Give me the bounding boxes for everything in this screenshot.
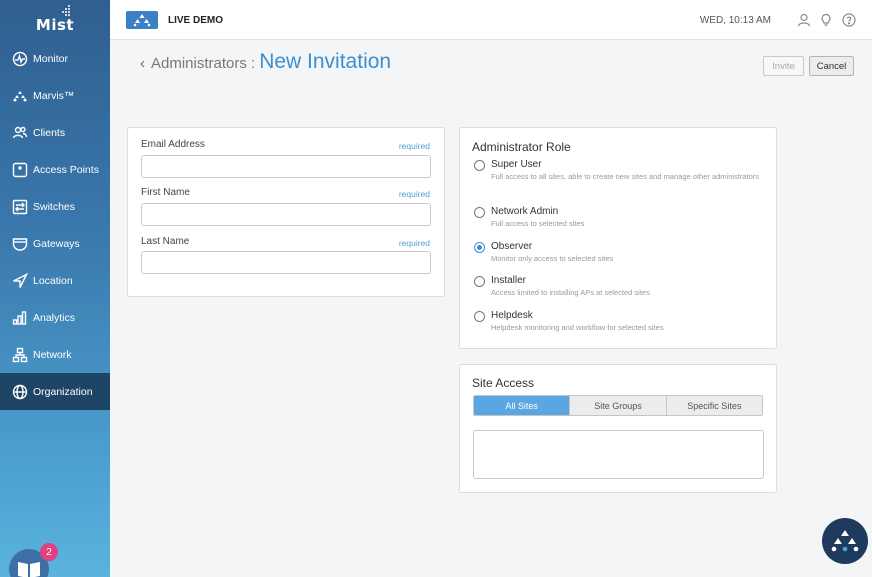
sidebar-item-switches[interactable]: Switches bbox=[0, 188, 110, 225]
first-name-required: required bbox=[398, 189, 430, 199]
radio-network-admin[interactable] bbox=[474, 207, 485, 218]
tab-specific-sites[interactable]: Specific Sites bbox=[666, 396, 762, 415]
monitor-icon bbox=[12, 51, 28, 67]
last-name-required: required bbox=[398, 238, 430, 248]
help-icon[interactable] bbox=[842, 13, 856, 27]
sidebar-item-label: Gateways bbox=[33, 237, 80, 250]
site-selection-box[interactable] bbox=[473, 430, 764, 479]
last-name-label: Last Name bbox=[141, 236, 190, 247]
sidebar-item-label: Organization bbox=[33, 385, 93, 398]
role-desc: Full access to all sites, able to create… bbox=[491, 172, 760, 181]
role-desc: Access limited to installing APs at sele… bbox=[491, 288, 650, 297]
radio-installer[interactable] bbox=[474, 276, 485, 287]
email-field[interactable] bbox=[141, 155, 431, 178]
sidebar-item-label: Monitor bbox=[33, 52, 69, 65]
invite-form-card: Email Address required First Name requir… bbox=[127, 127, 445, 297]
mist-logo[interactable]: Mist bbox=[0, 0, 110, 40]
site-access-segmented-control: All Sites Site Groups Specific Sites bbox=[473, 395, 763, 416]
marvis-chat-button[interactable] bbox=[822, 518, 868, 564]
role-card-title: Administrator Role bbox=[472, 140, 571, 154]
sidebar-item-label: Analytics bbox=[33, 311, 76, 324]
sidebar-item-location[interactable]: Location bbox=[0, 262, 110, 299]
role-desc: Helpdesk monitoring and workflow for sel… bbox=[491, 323, 664, 332]
sidebar-item-monitor[interactable]: Monitor bbox=[0, 40, 110, 77]
network-icon bbox=[12, 347, 28, 363]
role-desc: Monitor only access to selected sites bbox=[491, 254, 614, 263]
tab-site-groups[interactable]: Site Groups bbox=[570, 396, 667, 415]
role-name: Installer bbox=[491, 275, 527, 286]
sidebar-item-analytics[interactable]: Analytics bbox=[0, 299, 110, 336]
email-label: Email Address bbox=[141, 139, 205, 150]
live-demo-logo-icon bbox=[126, 11, 158, 29]
marvis-logo-icon bbox=[831, 530, 859, 552]
tab-all-sites[interactable]: All Sites bbox=[474, 396, 571, 415]
role-desc: Full access to selected sites bbox=[491, 219, 585, 228]
globe-icon bbox=[12, 384, 28, 400]
clients-icon bbox=[12, 125, 28, 141]
switch-icon bbox=[12, 199, 28, 215]
site-access-title: Site Access bbox=[472, 376, 535, 390]
role-name: Observer bbox=[491, 241, 533, 252]
first-name-field[interactable] bbox=[141, 203, 431, 226]
sidebar: Mist Monitor Marvis™ Clients Access Poin… bbox=[0, 0, 110, 577]
invite-button[interactable]: Invite bbox=[763, 56, 804, 76]
sidebar-item-label: Location bbox=[33, 274, 73, 287]
role-name: Network Admin bbox=[491, 206, 559, 217]
sidebar-item-label: Clients bbox=[33, 126, 66, 139]
radio-observer[interactable] bbox=[474, 242, 485, 253]
lightbulb-icon[interactable] bbox=[819, 13, 833, 27]
gateway-icon bbox=[12, 236, 28, 252]
sidebar-item-marvis[interactable]: Marvis™ bbox=[0, 77, 110, 114]
marvis-icon bbox=[12, 88, 28, 104]
administrator-role-card: Administrator Role Super User Full acces… bbox=[459, 127, 777, 349]
cancel-button[interactable]: Cancel bbox=[809, 56, 854, 76]
location-icon bbox=[12, 272, 28, 289]
sidebar-item-label: Switches bbox=[33, 200, 76, 213]
sidebar-item-label: Network bbox=[33, 348, 72, 361]
site-access-card: Site Access All Sites Site Groups Specif… bbox=[459, 364, 777, 493]
sidebar-item-clients[interactable]: Clients bbox=[0, 114, 110, 151]
back-chevron-icon[interactable]: ‹ bbox=[140, 55, 145, 72]
sidebar-item-access-points[interactable]: Access Points bbox=[0, 151, 110, 188]
analytics-icon bbox=[12, 310, 28, 326]
notification-badge: 2 bbox=[40, 543, 58, 561]
user-icon[interactable] bbox=[797, 13, 811, 27]
clock: WED, 10:13 AM bbox=[699, 15, 771, 26]
sidebar-item-gateways[interactable]: Gateways bbox=[0, 225, 110, 262]
role-name: Super User bbox=[491, 159, 542, 170]
email-required: required bbox=[398, 141, 430, 151]
first-name-label: First Name bbox=[141, 187, 190, 198]
logo-dots-icon bbox=[60, 5, 72, 19]
role-name: Helpdesk bbox=[491, 310, 533, 321]
page-heading: New Invitation bbox=[259, 50, 392, 73]
breadcrumb-administrators[interactable]: Administrators : bbox=[151, 55, 255, 72]
sidebar-item-label: Access Points bbox=[33, 163, 99, 176]
radio-super-user[interactable] bbox=[474, 160, 485, 171]
sidebar-item-label: Marvis™ bbox=[33, 89, 75, 102]
org-name[interactable]: LIVE DEMO bbox=[168, 15, 223, 26]
page-title: ‹ Administrators : New Invitation bbox=[140, 50, 391, 74]
access-point-icon bbox=[12, 162, 28, 178]
last-name-field[interactable] bbox=[141, 251, 431, 274]
sidebar-item-organization[interactable]: Organization bbox=[0, 373, 110, 410]
radio-helpdesk[interactable] bbox=[474, 311, 485, 322]
topbar: LIVE DEMO WED, 10:13 AM bbox=[110, 0, 872, 40]
sidebar-item-network[interactable]: Network bbox=[0, 336, 110, 373]
